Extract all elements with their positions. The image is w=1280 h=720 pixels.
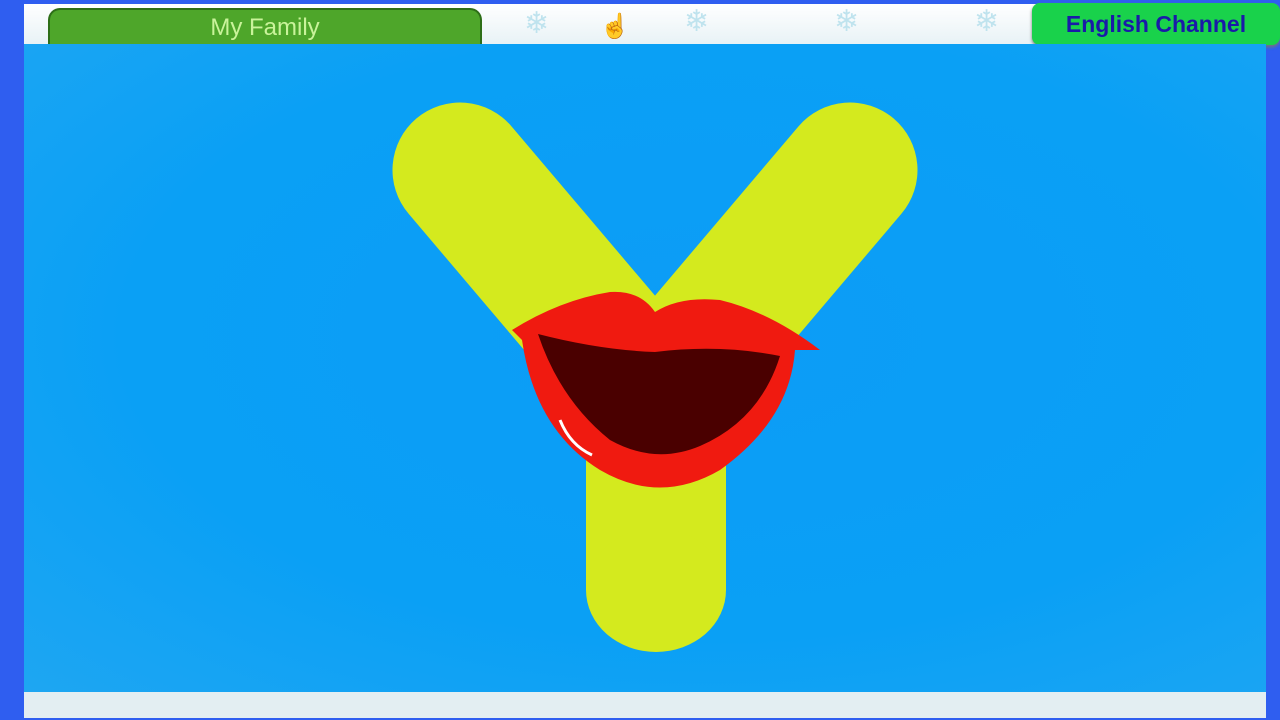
letter-y-illustration — [392, 102, 918, 652]
snowflake-icon: ❄ — [684, 5, 710, 38]
animation-stage — [24, 44, 1266, 692]
lips-mouth — [512, 291, 820, 488]
snowflake-icon: ❄ — [524, 7, 550, 40]
snowflake-icon: ❄ — [834, 5, 860, 38]
english-channel-button[interactable]: English Channel — [1032, 3, 1280, 45]
bottom-bar — [24, 692, 1266, 718]
page-title: My Family — [48, 8, 482, 44]
snowflake-icon: ❄ — [974, 5, 1000, 38]
hand-cursor-icon: ☝ — [600, 13, 630, 40]
